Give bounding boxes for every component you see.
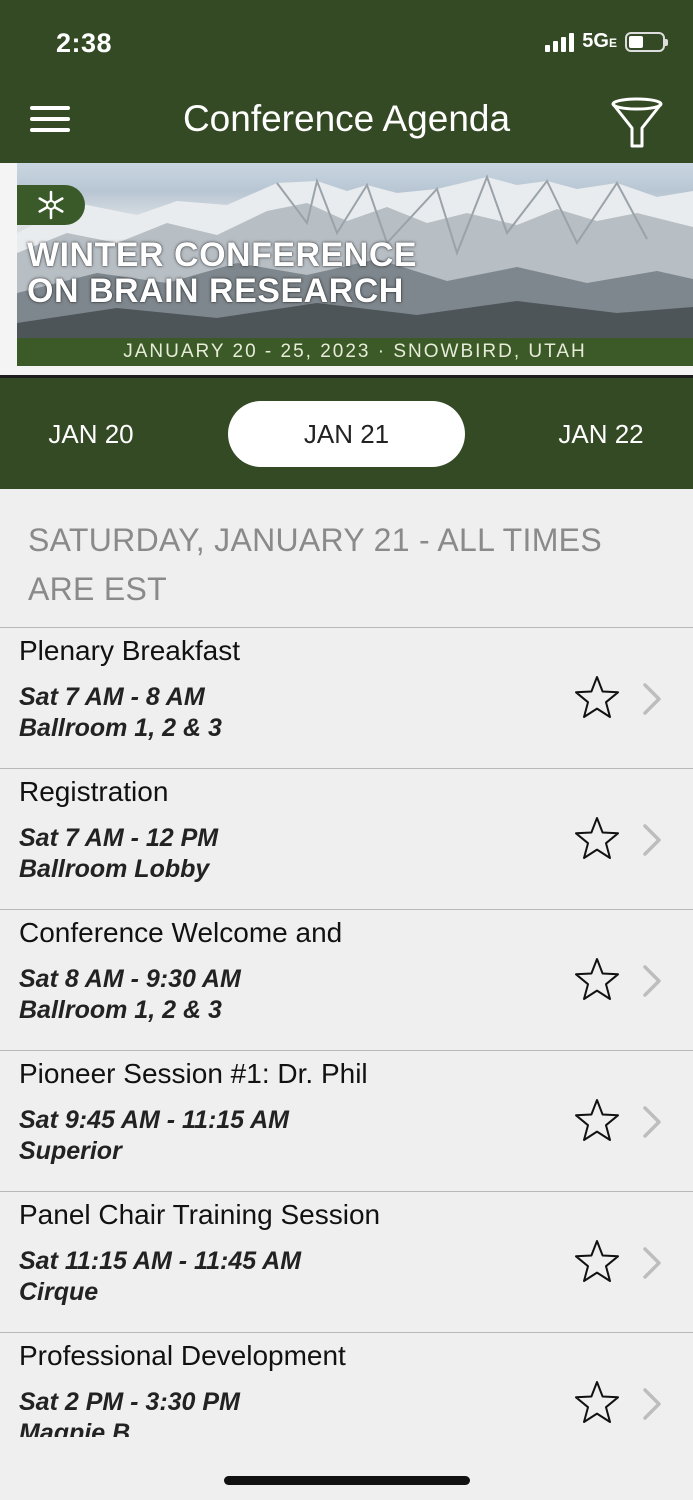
session-time: Sat 11:15 AM - 11:45 AM xyxy=(19,1247,302,1275)
session-title: Registration xyxy=(19,776,169,807)
star-outline-icon[interactable] xyxy=(574,1097,620,1143)
session-row[interactable]: Registration Sat 7 AM - 12 PM Ballroom L… xyxy=(0,768,693,909)
session-room: Superior xyxy=(19,1137,122,1165)
chevron-right-icon xyxy=(640,964,664,998)
star-outline-icon[interactable] xyxy=(574,956,620,1002)
session-room: Cirque xyxy=(19,1278,99,1306)
funnel-filter-icon[interactable] xyxy=(610,96,664,150)
session-title: Conference Welcome and xyxy=(19,917,343,948)
network-suffix: E xyxy=(608,36,617,50)
chevron-right-icon xyxy=(640,823,664,857)
session-room: Ballroom Lobby xyxy=(19,855,210,883)
snowflake-icon xyxy=(17,185,85,225)
tab-jan-20[interactable]: JAN 20 xyxy=(26,401,156,467)
bottom-safe-area xyxy=(0,1437,693,1500)
star-outline-icon[interactable] xyxy=(574,674,620,720)
date-selector: JAN 20 JAN 21 JAN 22 xyxy=(0,378,693,489)
session-room: Ballroom 1, 2 & 3 xyxy=(19,996,222,1024)
session-row[interactable]: Pioneer Session #1: Dr. Phil Sat 9:45 AM… xyxy=(0,1050,693,1191)
chevron-right-icon xyxy=(640,682,664,716)
conference-banner: WINTER CONFERENCE ON BRAIN RESEARCH JANU… xyxy=(0,163,693,377)
top-bar: 2:38 5GE Conference Agenda xyxy=(0,0,693,163)
network-type: 5GE xyxy=(582,30,617,53)
session-list: Plenary Breakfast Sat 7 AM - 8 AM Ballro… xyxy=(0,627,693,1473)
status-time: 2:38 xyxy=(56,28,113,58)
network-label: 5G xyxy=(582,30,609,52)
banner-title-line1: WINTER CONFERENCE xyxy=(27,236,418,274)
battery-icon xyxy=(625,31,668,52)
chevron-right-icon xyxy=(640,1246,664,1280)
tab-jan-22[interactable]: JAN 22 xyxy=(536,401,666,467)
session-title: Plenary Breakfast xyxy=(19,635,240,666)
star-outline-icon[interactable] xyxy=(574,1379,620,1425)
chevron-right-icon xyxy=(640,1387,664,1421)
session-time: Sat 2 PM - 3:30 PM xyxy=(19,1388,240,1416)
home-indicator[interactable] xyxy=(224,1476,470,1485)
session-time: Sat 7 AM - 12 PM xyxy=(19,824,219,852)
session-time: Sat 7 AM - 8 AM xyxy=(19,683,205,711)
banner-image: WINTER CONFERENCE ON BRAIN RESEARCH JANU… xyxy=(17,163,693,366)
session-room: Ballroom 1, 2 & 3 xyxy=(19,714,222,742)
star-outline-icon[interactable] xyxy=(574,1238,620,1284)
session-row[interactable]: Panel Chair Training Session Sat 11:15 A… xyxy=(0,1191,693,1332)
tab-jan-21[interactable]: JAN 21 xyxy=(228,401,465,467)
session-time: Sat 8 AM - 9:30 AM xyxy=(19,965,241,993)
signal-strength-icon xyxy=(545,32,575,52)
banner-title-line2: ON BRAIN RESEARCH xyxy=(27,272,404,310)
session-title: Panel Chair Training Session xyxy=(19,1199,381,1230)
section-heading: SATURDAY, JANUARY 21 - ALL TIMES ARE EST xyxy=(28,522,602,607)
banner-title: WINTER CONFERENCE ON BRAIN RESEARCH xyxy=(27,237,417,309)
session-title: Pioneer Session #1: Dr. Phil xyxy=(19,1058,368,1089)
page-title: Conference Agenda xyxy=(182,98,511,139)
star-outline-icon[interactable] xyxy=(574,815,620,861)
banner-subtitle: JANUARY 20 - 25, 2023 · SNOWBIRD, UTAH xyxy=(17,338,693,366)
session-row[interactable]: Conference Welcome and Sat 8 AM - 9:30 A… xyxy=(0,909,693,1050)
session-time: Sat 9:45 AM - 11:15 AM xyxy=(19,1106,289,1134)
status-indicators: 5GE xyxy=(545,30,668,53)
session-title: Professional Development xyxy=(19,1340,346,1371)
chevron-right-icon xyxy=(640,1105,664,1139)
session-row[interactable]: Plenary Breakfast Sat 7 AM - 8 AM Ballro… xyxy=(0,627,693,768)
